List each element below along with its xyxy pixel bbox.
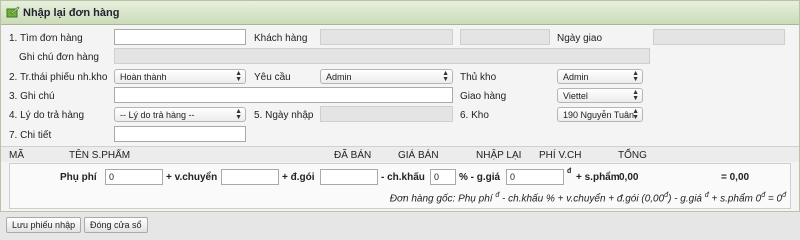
note-currency: đ — [704, 192, 709, 199]
original-order-note: Đơn hàng gốc: Phụ phí đ - ch.khấu % + v.… — [390, 192, 786, 204]
fee-summary-row: Phụ phí 0 + v.chuyển + đ.gói - ch.khấu 0… — [9, 163, 791, 209]
note-input[interactable] — [114, 87, 453, 103]
packing-fee-input[interactable] — [320, 169, 378, 185]
note-part: - ch.khấu % + v.chuyển + đ.gói (0,00 — [502, 193, 665, 205]
return-reason-label: 4. Lý do trả hàng — [9, 110, 85, 121]
request-select-value: Admin — [326, 72, 352, 82]
select-arrows-icon: ▲ ▼ — [235, 70, 242, 83]
detail-label: 7. Chi tiết — [9, 130, 52, 141]
shipping-label: Giao hàng — [460, 91, 507, 102]
note-part: = 0 — [767, 193, 783, 205]
note-currency: đ — [495, 192, 500, 199]
column-sold: ĐÃ BÁN — [334, 150, 372, 161]
delivery-date-field — [653, 29, 785, 45]
request-label: Yêu cầu — [254, 72, 291, 83]
import-date-field — [320, 106, 453, 122]
close-window-button[interactable]: Đóng cửa sổ — [84, 217, 148, 233]
import-date-label: 5. Ngày nhập — [254, 110, 314, 121]
shipping-fee-label: + v.chuyển — [166, 172, 218, 183]
edit-icon — [6, 6, 20, 18]
status-label: 2. Tr.thái phiếu nh.kho — [9, 72, 108, 83]
price-reduction-label: % - g.giá — [459, 172, 501, 183]
shipping-select-value: Viettel — [563, 91, 588, 101]
warehouse-label: 6. Kho — [460, 110, 489, 121]
product-table-header: MÃ TÊN S.PHẨM ĐÃ BÁN GIÁ BÁN NHẬP LẠI PH… — [1, 146, 799, 162]
surcharge-input[interactable]: 0 — [105, 169, 163, 185]
note-part: Đơn hàng gốc: Phụ phí — [389, 193, 493, 205]
order-note-label: Ghi chú đơn hàng — [19, 52, 99, 63]
column-total: TỔNG — [618, 150, 647, 161]
storekeeper-select[interactable]: Admin ▲ ▼ — [557, 69, 643, 84]
request-select[interactable]: Admin ▲ ▼ — [320, 69, 453, 84]
column-product-name: TÊN S.PHẨM — [69, 150, 131, 161]
column-code: MÃ — [9, 150, 24, 161]
price-reduction-input[interactable]: 0 — [506, 169, 564, 185]
select-arrows-icon: ▲ ▼ — [632, 89, 639, 102]
shipping-select[interactable]: Viettel ▲ ▼ — [557, 88, 643, 103]
currency-mark: đ — [567, 168, 572, 175]
detail-input[interactable] — [114, 126, 246, 142]
discount-label: - ch.khấu — [381, 172, 425, 183]
warehouse-select-value: 190 Nguyễn Tuân — [563, 110, 635, 120]
return-reason-select-value: -- Lý do trả hàng -- — [120, 110, 195, 120]
select-arrows-icon: ▲ ▼ — [235, 108, 242, 121]
shipping-fee-input[interactable] — [221, 169, 279, 185]
warehouse-select[interactable]: 190 Nguyễn Tuân ▲ ▼ — [557, 107, 643, 122]
customer-label: Khách hàng — [254, 33, 308, 44]
status-select[interactable]: Hoàn thành ▲ ▼ — [114, 69, 246, 84]
select-arrows-icon: ▲ ▼ — [632, 70, 639, 83]
product-amount-value: 0,00 — [619, 172, 639, 183]
note-part: ) - g.giá — [668, 193, 702, 205]
delivery-date-label: Ngày giao — [557, 33, 603, 44]
panel-header: Nhập lại đơn hàng — [1, 1, 799, 25]
surcharge-label: Phụ phí — [60, 172, 97, 183]
return-reason-select[interactable]: -- Lý do trả hàng -- ▲ ▼ — [114, 107, 246, 122]
note-currency: đ — [782, 192, 786, 199]
note-label: 3. Ghi chú — [9, 91, 55, 102]
storekeeper-label: Thủ kho — [460, 72, 497, 83]
column-price: GIÁ BÁN — [398, 150, 439, 161]
select-arrows-icon: ▲ ▼ — [442, 70, 449, 83]
find-order-input[interactable] — [114, 29, 246, 45]
customer-field — [320, 29, 453, 45]
select-arrows-icon: ▲ ▼ — [632, 108, 639, 121]
order-note-field — [114, 48, 650, 64]
product-amount-label: + s.phẩm — [576, 172, 620, 183]
note-part: + s.phẩm 0 — [711, 193, 762, 205]
column-shipping-fee: PHÍ V.CH — [539, 150, 582, 161]
order-return-panel: Nhập lại đơn hàng 1. Tìm đơn hàng Khách … — [0, 0, 800, 212]
fee-total-value: = 0,00 — [721, 172, 750, 183]
page-title: Nhập lại đơn hàng — [23, 7, 120, 19]
find-order-label: 1. Tìm đơn hàng — [9, 33, 83, 44]
packing-fee-label: + đ.gói — [282, 172, 315, 183]
storekeeper-select-value: Admin — [563, 72, 589, 82]
customer-phone-field — [460, 29, 550, 45]
column-returned: NHẬP LẠI — [476, 150, 522, 161]
status-select-value: Hoàn thành — [120, 72, 167, 82]
save-import-button[interactable]: Lưu phiếu nhập — [6, 217, 82, 233]
discount-input[interactable]: 0 — [430, 169, 456, 185]
note-currency: đ — [761, 192, 766, 199]
